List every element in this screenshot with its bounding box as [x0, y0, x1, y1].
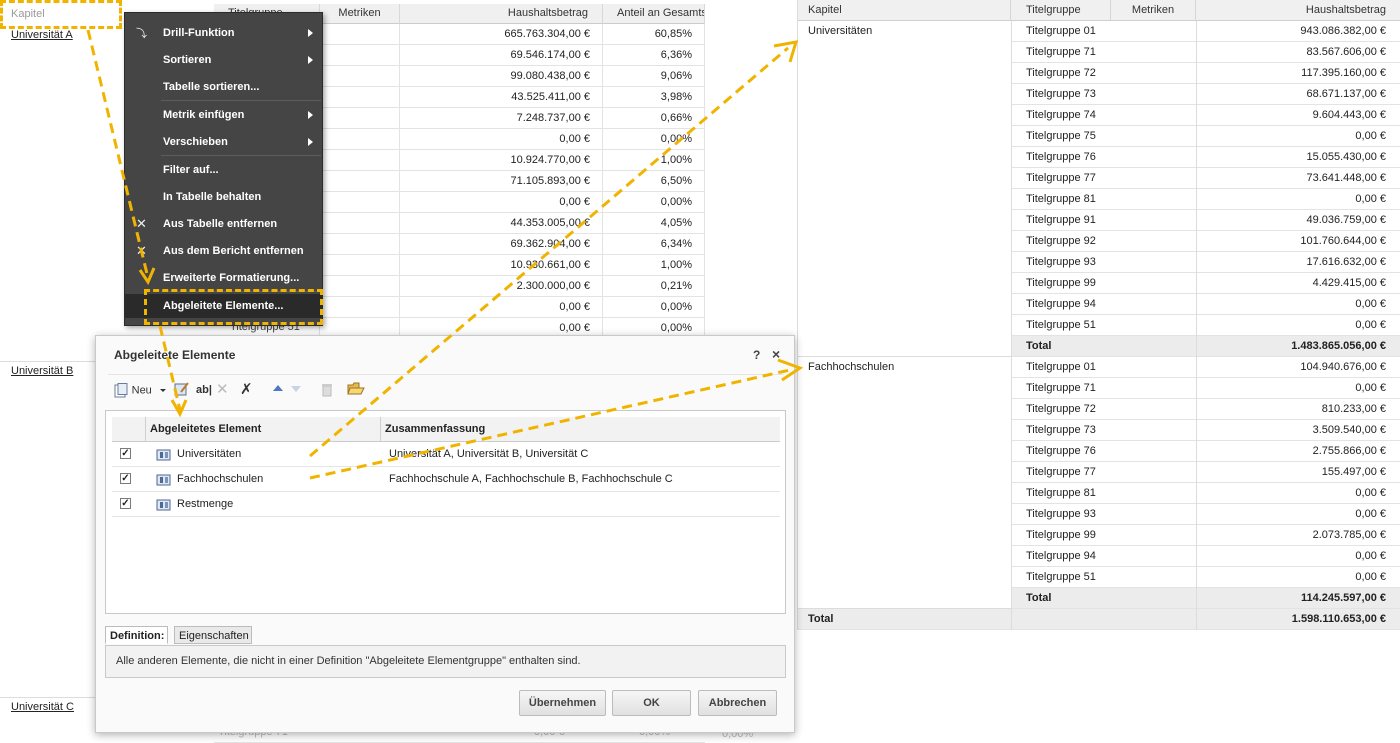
arrow-kapitel-to-menu [86, 29, 150, 279]
arrow-menu-to-grid [158, 325, 182, 411]
arrow-universitaeten [309, 46, 789, 458]
arrow-fachhochschulen [309, 368, 791, 480]
annotation-arrows [86, 29, 804, 480]
arrowhead [777, 358, 804, 382]
